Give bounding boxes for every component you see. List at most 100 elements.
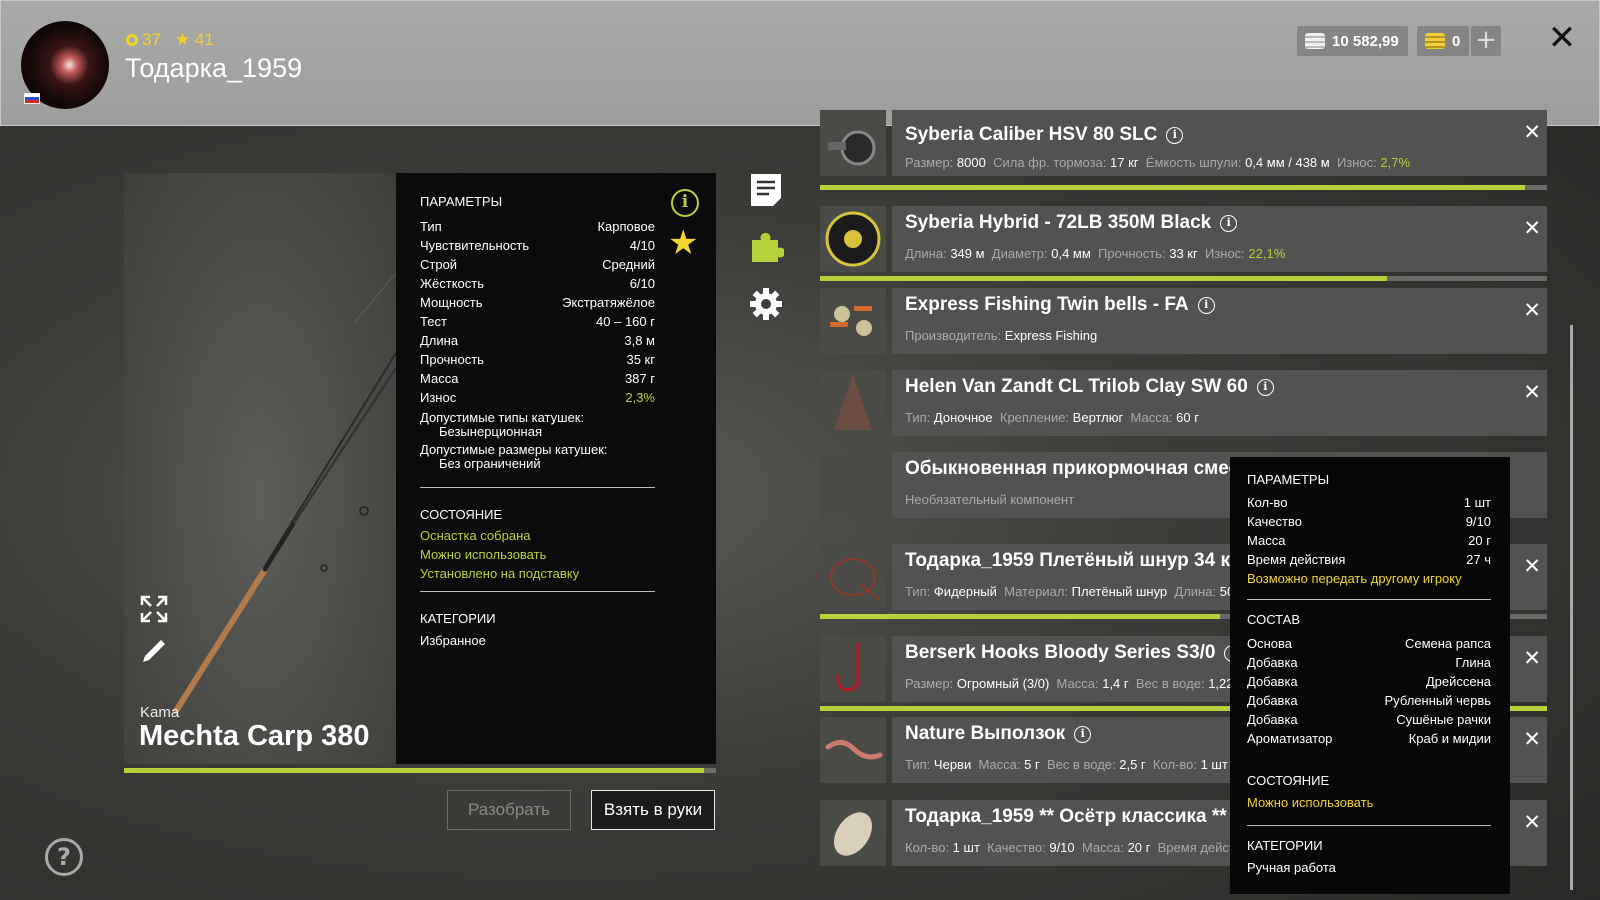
remove-item-icon[interactable]: ✕ <box>1523 298 1541 322</box>
remove-item-icon[interactable]: ✕ <box>1523 380 1541 404</box>
composition-row: Добавка Рубленный червь <box>1247 693 1491 708</box>
tooltip-state-title: СОСТОЯНИЕ <box>1247 773 1330 788</box>
pencil-icon[interactable] <box>139 636 169 666</box>
param-row: Длина 3,8 м <box>420 333 655 348</box>
composition-row: Основа Семена рапса <box>1247 636 1491 651</box>
item-title: Nature Выползок i <box>905 723 1092 745</box>
list-item-line[interactable]: Syberia Hybrid - 72LB 350M Black i Длина:… <box>820 206 1547 272</box>
item-body: Express Fishing Twin bells - FA i Произво… <box>892 288 1547 354</box>
item-title: Berserk Hooks Bloody Series S3/0i <box>905 642 1242 664</box>
item-body: Syberia Hybrid - 72LB 350M Black i Длина:… <box>892 206 1547 272</box>
item-details: Размер: 8000 Сила фр. тормоза: 17 кг Ёмк… <box>905 155 1411 170</box>
item-title: Тодарка_1959 ** Осётр классика ** <box>905 806 1227 827</box>
list-item-reel[interactable]: Syberia Caliber HSV 80 SLC i Размер: 8000… <box>820 110 1547 176</box>
item-details: Тип: Черви Масса: 5 г Вес в воде: 2,5 г … <box>905 757 1228 772</box>
hook-thumbnail <box>820 636 886 702</box>
tooltip-params-title: ПАРАМЕТРЫ <box>1247 472 1330 487</box>
tooltip-category: Ручная работа <box>1247 860 1336 875</box>
star-icon: ★ <box>174 30 191 49</box>
bells-thumbnail <box>820 288 886 354</box>
item-details: Тип: Фидерный Материал: Плетёный шнур Дл… <box>905 584 1235 599</box>
level-icon <box>126 34 138 46</box>
help-icon[interactable]: ? <box>45 838 83 876</box>
rod-wear-bar <box>124 768 716 773</box>
info-icon[interactable]: i <box>1256 379 1274 396</box>
item-title: Syberia Caliber HSV 80 SLC i <box>905 124 1184 146</box>
item-title: Тодарка_1959 Плетёный шнур 34 кг <box>905 550 1238 571</box>
param-row: Мощность Экстратяжёлое <box>420 295 655 310</box>
rod-wear-fill <box>124 768 705 773</box>
item-title: Helen Van Zandt CL Trilob Clay SW 60 i <box>905 376 1274 398</box>
remove-item-icon[interactable]: ✕ <box>1523 646 1541 670</box>
info-icon[interactable]: i <box>1220 215 1238 232</box>
param-row: Износ 2,3% <box>420 390 655 405</box>
item-wear-fill <box>820 185 1526 190</box>
item-wear-fill <box>820 276 1388 281</box>
reel-types: Допустимые типы катушек: Безынерционная <box>420 410 585 439</box>
expand-icon[interactable] <box>139 594 169 624</box>
info-icon[interactable]: i <box>1166 127 1184 144</box>
tooltip-state: Можно использовать <box>1247 795 1374 810</box>
param-row: Время действия 27 ч <box>1247 552 1491 567</box>
empty-thumbnail <box>820 452 886 518</box>
categories-title: КАТЕГОРИИ <box>420 611 496 626</box>
puzzle-icon[interactable] <box>748 228 784 264</box>
info-icon[interactable]: i <box>1074 726 1092 743</box>
rating-indicator: ★ 41 <box>174 30 214 49</box>
list-item-sinker[interactable]: Helen Van Zandt CL Trilob Clay SW 60 i Ти… <box>820 370 1547 436</box>
param-row: Масса 387 г <box>420 371 655 386</box>
item-details: Длина: 349 м Диаметр: 0,4 мм Прочность: … <box>905 246 1286 261</box>
line-spool-thumbnail <box>820 206 886 272</box>
state-list: Оснастка собрана Можно использовать Уста… <box>420 528 580 581</box>
gold-coins-icon <box>1425 33 1445 49</box>
list-scrollbar[interactable] <box>1570 325 1573 890</box>
reel-sizes: Допустимые размеры катушек: Без ограниче… <box>420 442 608 471</box>
param-row: Качество 9/10 <box>1247 514 1491 529</box>
bait-bag-thumbnail <box>820 800 886 866</box>
disassemble-button[interactable]: Разобрать <box>447 790 571 830</box>
info-icon[interactable]: i <box>671 189 699 217</box>
composition-row: Добавка Сушёные рачки <box>1247 712 1491 727</box>
divider <box>420 591 655 592</box>
remove-item-icon[interactable]: ✕ <box>1523 120 1541 144</box>
params-title: ПАРАМЕТРЫ <box>420 194 503 209</box>
take-in-hands-button[interactable]: Взять в руки <box>591 790 715 830</box>
remove-item-icon[interactable]: ✕ <box>1523 216 1541 240</box>
reel-thumbnail <box>820 110 886 176</box>
rod-brand: Kama <box>140 704 180 721</box>
param-row: Строй Средний <box>420 257 655 272</box>
composition-row: Добавка Дрейссена <box>1247 674 1491 689</box>
param-row: Чувствительность 4/10 <box>420 238 655 253</box>
close-button[interactable]: ✕ <box>1546 21 1578 55</box>
gear-icon[interactable] <box>748 286 784 322</box>
favorite-star-icon[interactable]: ★ <box>668 226 698 260</box>
remove-item-icon[interactable]: ✕ <box>1523 810 1541 834</box>
divider <box>1247 599 1491 600</box>
params-list: Тип Карповое Чувствительность 4/10 Строй Ср… <box>420 217 655 471</box>
item-title: Express Fishing Twin bells - FA i <box>905 294 1215 316</box>
sinker-thumbnail <box>820 370 886 436</box>
add-gold-button[interactable]: + <box>1471 26 1501 56</box>
info-icon[interactable]: i <box>1197 297 1215 314</box>
param-row: Жёсткость 6/10 <box>420 276 655 291</box>
item-details: Размер: Огромный (3/0) Масса: 1,4 г Вес … <box>905 676 1242 691</box>
transfer-note: Возможно передать другому игроку <box>1247 571 1462 586</box>
composition-title: СОСТАВ <box>1247 612 1301 627</box>
param-row: Тест 40 – 160 г <box>420 314 655 329</box>
braided-line-thumbnail <box>820 544 886 610</box>
state-title: СОСТОЯНИЕ <box>420 507 503 522</box>
notes-icon[interactable] <box>748 172 784 208</box>
tooltip-categories-title: КАТЕГОРИИ <box>1247 838 1323 853</box>
category-value: Избранное <box>420 633 486 648</box>
remove-item-icon[interactable]: ✕ <box>1523 727 1541 751</box>
composition-row: Добавка Глина <box>1247 655 1491 670</box>
tooltip-params: Кол-во 1 шт Качество 9/10 Масса 20 г Время … <box>1247 493 1491 588</box>
remove-item-icon[interactable]: ✕ <box>1523 554 1541 578</box>
item-title: Обыкновенная прикормочная смесь <box>905 458 1251 479</box>
param-row: Кол-во 1 шт <box>1247 495 1491 510</box>
fishing-rod-image <box>173 272 398 714</box>
list-item-bite-alarm[interactable]: Express Fishing Twin bells - FA i Произво… <box>820 288 1547 354</box>
item-details: Необязательный компонент <box>905 492 1075 507</box>
param-row: Тип Карповое <box>420 219 655 234</box>
composition-list: Основа Семена рапса Добавка Глина Добавка Д… <box>1247 634 1491 748</box>
